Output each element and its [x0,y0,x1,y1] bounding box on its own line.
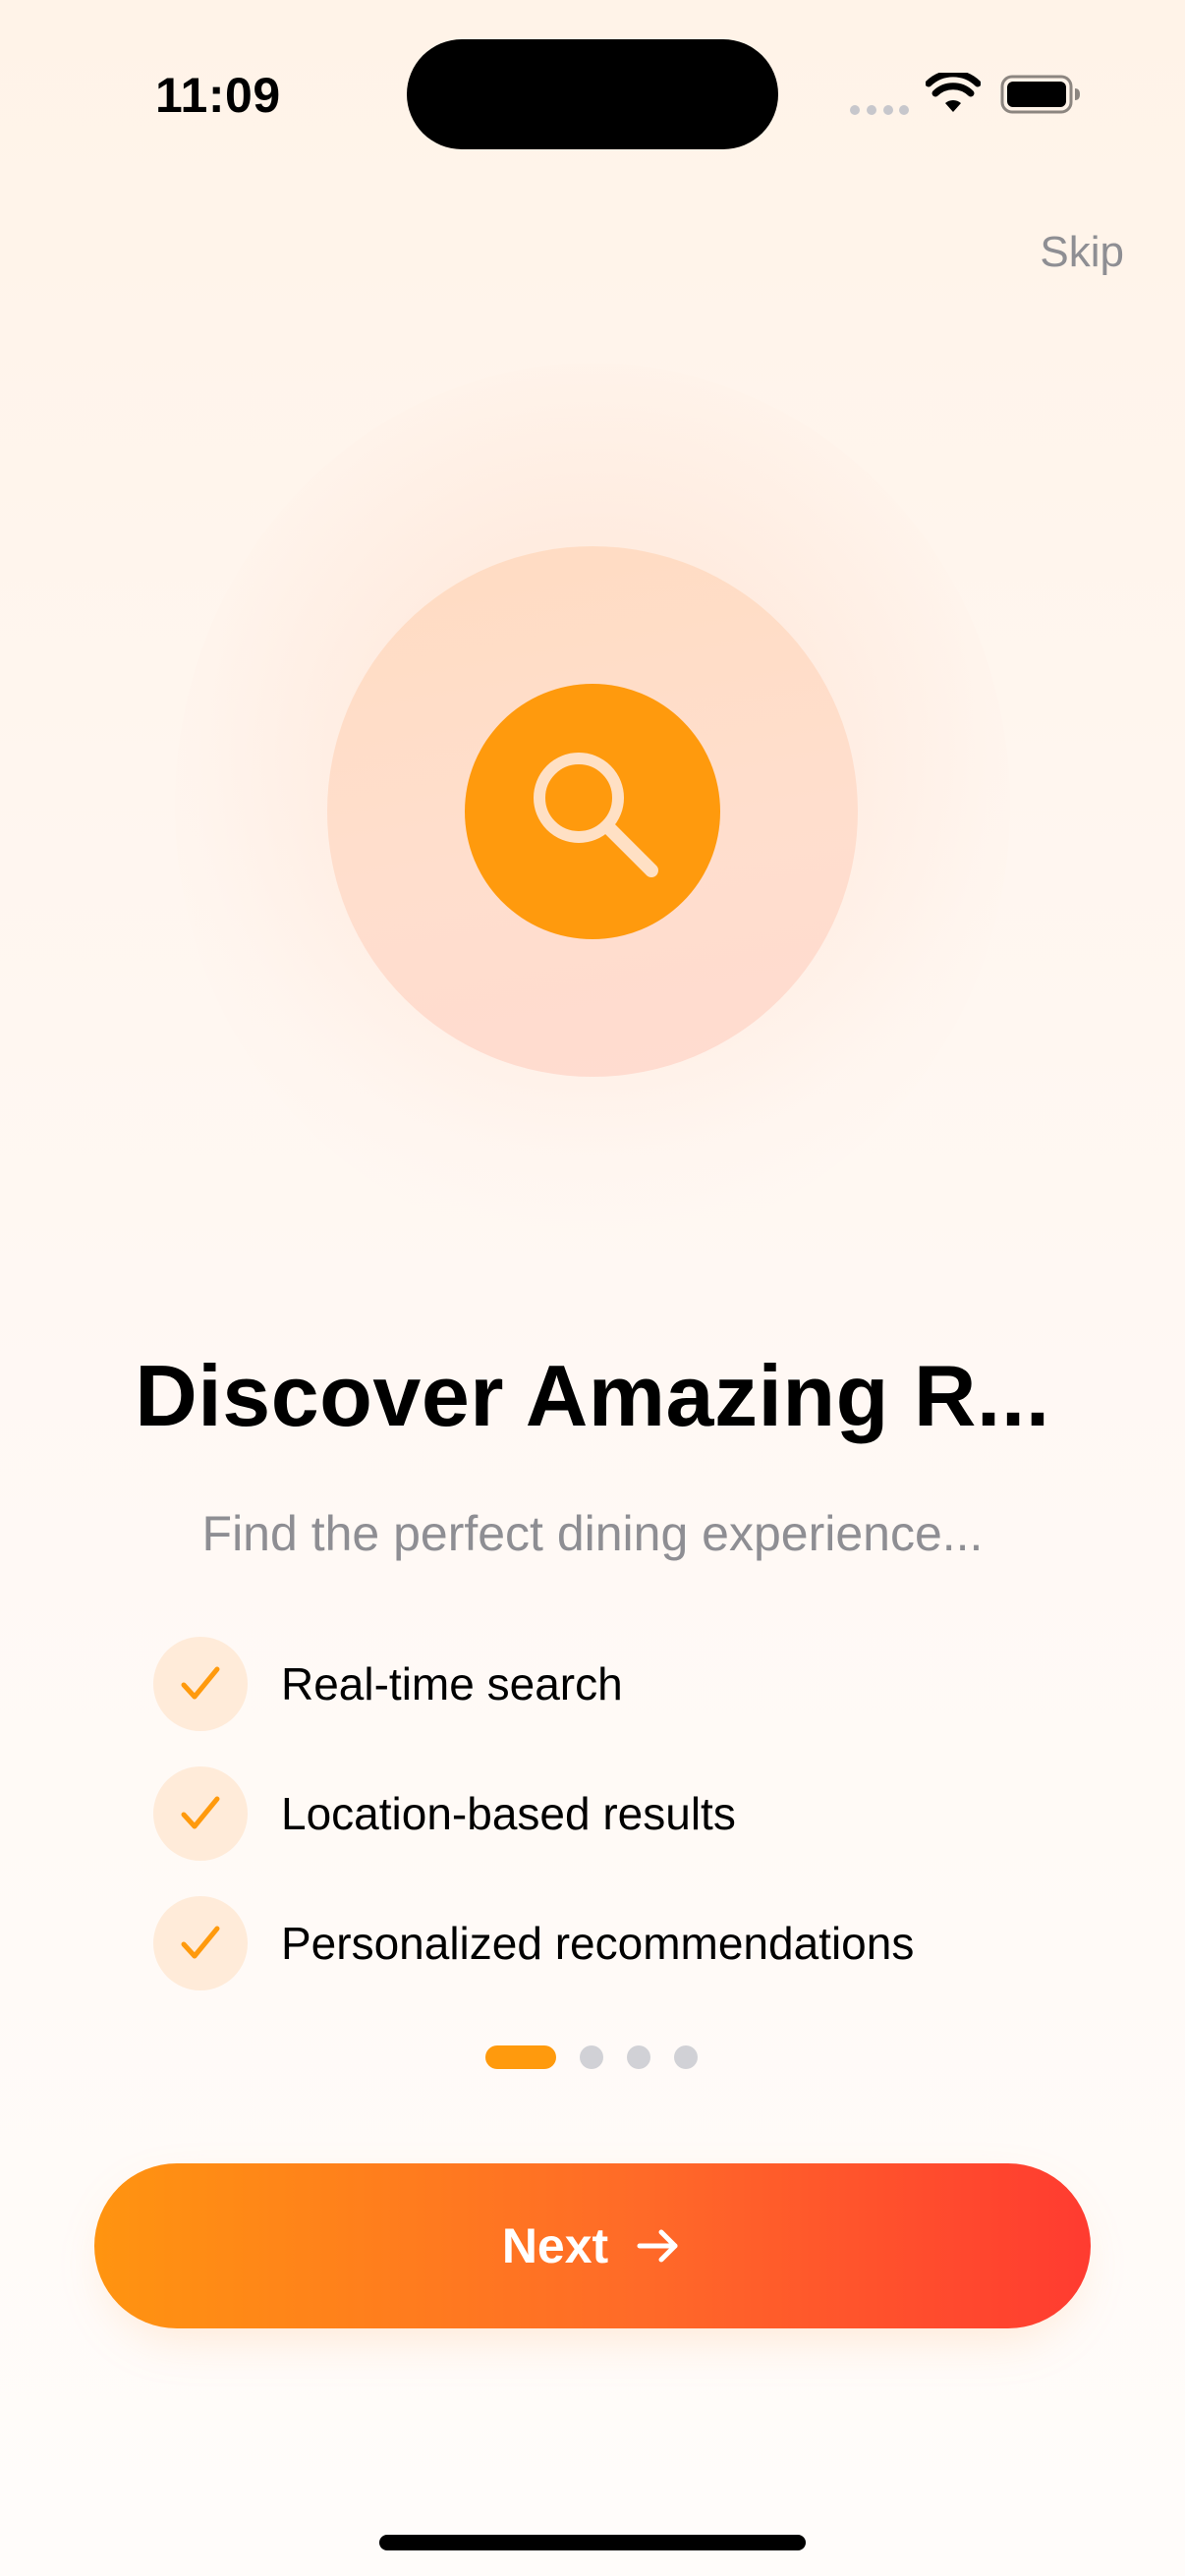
dynamic-island [407,39,778,149]
feature-item-real-time-search: Real-time search [153,1637,623,1731]
feature-label: Location-based results [281,1788,736,1839]
checkmark-icon [153,1766,248,1861]
page-dot-3[interactable] [627,2045,650,2069]
arrow-right-icon [637,2229,678,2263]
wifi-icon [926,73,981,112]
page-dot-2[interactable] [580,2045,603,2069]
page-subtitle: Find the perfect dining experience... [201,1506,984,1561]
feature-item-location-based-results: Location-based results [153,1766,736,1861]
next-button[interactable]: Next [94,2163,1091,2328]
cellular-signal-icon [850,105,909,115]
page-dot-4[interactable] [674,2045,698,2069]
battery-icon [1000,75,1080,114]
page-indicator [485,2045,698,2069]
status-time: 11:09 [155,68,281,123]
search-icon [534,753,658,877]
skip-button[interactable]: Skip [1040,228,1124,277]
home-indicator[interactable] [379,2535,806,2550]
checkmark-icon [153,1637,248,1731]
feature-item-personalized-recommendations: Personalized recommendations [153,1896,914,1990]
feature-label: Personalized recommendations [281,1918,915,1969]
checkmark-icon [153,1896,248,1990]
feature-label: Real-time search [281,1658,623,1709]
next-button-label: Next [501,2218,609,2273]
page-dot-1[interactable] [485,2045,556,2069]
page-title: Discover Amazing R... [135,1347,1050,1444]
onboarding-screen: 11:09 Skip Discover Amazing R... Find th… [0,0,1185,2576]
